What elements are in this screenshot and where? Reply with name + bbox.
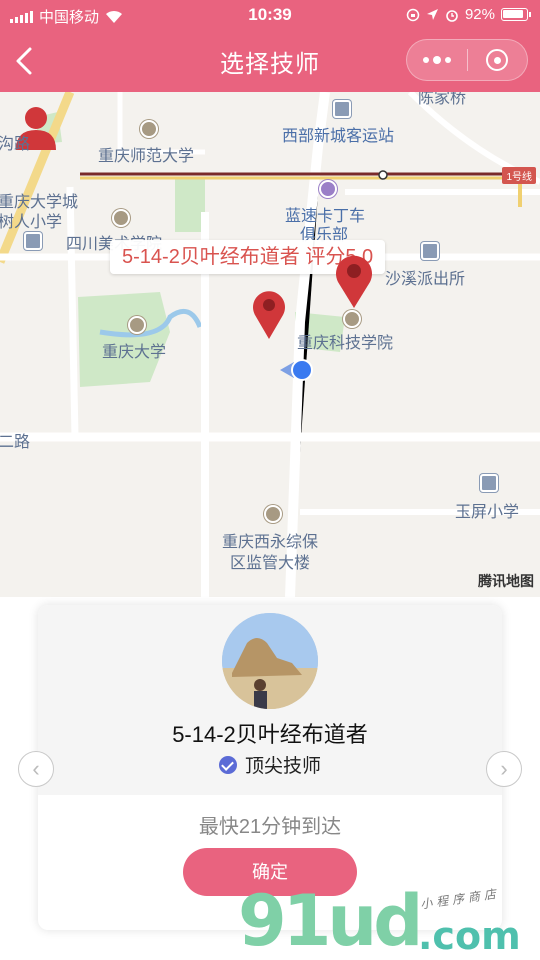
bus-station-icon — [333, 100, 351, 118]
poi-label: 二路 — [0, 434, 31, 451]
confirm-button[interactable]: 确定 — [183, 848, 357, 896]
map-view[interactable]: 重庆师范大学 西部新城客运站 陈家桥 沟路 重庆大学城 树人小学 四川美术学院 … — [0, 92, 540, 597]
location-arrow-icon — [426, 9, 438, 20]
rotation-lock-icon — [406, 8, 420, 21]
level-badge: 顶尖技师 — [38, 751, 502, 778]
poi-label: 陈家桥 — [418, 92, 467, 107]
school-icon — [480, 474, 498, 492]
metro-line-tag: 1号线 — [502, 167, 536, 184]
map-marker-icon[interactable] — [333, 252, 375, 308]
verified-check-icon — [218, 755, 237, 774]
school-icon — [112, 209, 130, 227]
avatar — [222, 613, 318, 709]
poi-label: 树人小学 — [0, 214, 63, 231]
leisure-icon — [319, 180, 337, 198]
alarm-icon — [446, 9, 458, 22]
current-location-icon — [280, 359, 313, 381]
building-icon — [264, 505, 282, 523]
chevron-right-icon[interactable]: › — [486, 751, 522, 787]
status-bar: 中国移动 10:39 92% — [0, 0, 540, 30]
more-dots-icon[interactable] — [407, 40, 467, 80]
technician-panel: 5-14-2贝叶经布道者 顶尖技师 最快21分钟到达 确定 ‹ › — [0, 597, 540, 960]
map-marker-icon[interactable] — [250, 287, 288, 339]
school-icon — [24, 232, 42, 250]
poi-label: 沟路 — [0, 136, 31, 153]
poi-label: 重庆大学 — [102, 344, 167, 361]
poi-label: 重庆科技学院 — [297, 335, 394, 352]
mini-program-capsule — [406, 39, 528, 81]
poi-label: 玉屏小学 — [455, 504, 520, 521]
map-provider-logo: 腾讯地图 — [478, 573, 534, 589]
technician-name: 5-14-2贝叶经布道者 — [172, 722, 368, 747]
school-icon — [140, 120, 158, 138]
technician-card: 5-14-2贝叶经布道者 顶尖技师 最快21分钟到达 确定 — [38, 605, 502, 930]
level-label: 顶尖技师 — [244, 756, 321, 777]
battery-percent: 92% — [464, 6, 495, 23]
poi-label: 重庆师范大学 — [98, 148, 195, 165]
battery-icon — [501, 8, 531, 21]
poi-label: 沙溪派出所 — [385, 271, 466, 288]
poi-label: 区监管大楼 — [230, 555, 311, 572]
school-icon — [128, 316, 146, 334]
eta-text: 最快21分钟到达 — [198, 816, 342, 838]
poi-label: 西部新城客运站 — [282, 128, 395, 145]
chevron-left-icon[interactable]: ‹ — [18, 751, 54, 787]
nav-bar: 选择技师 — [0, 30, 540, 92]
school-icon — [343, 310, 361, 328]
police-icon — [421, 242, 439, 260]
target-ring-icon[interactable] — [467, 40, 527, 80]
